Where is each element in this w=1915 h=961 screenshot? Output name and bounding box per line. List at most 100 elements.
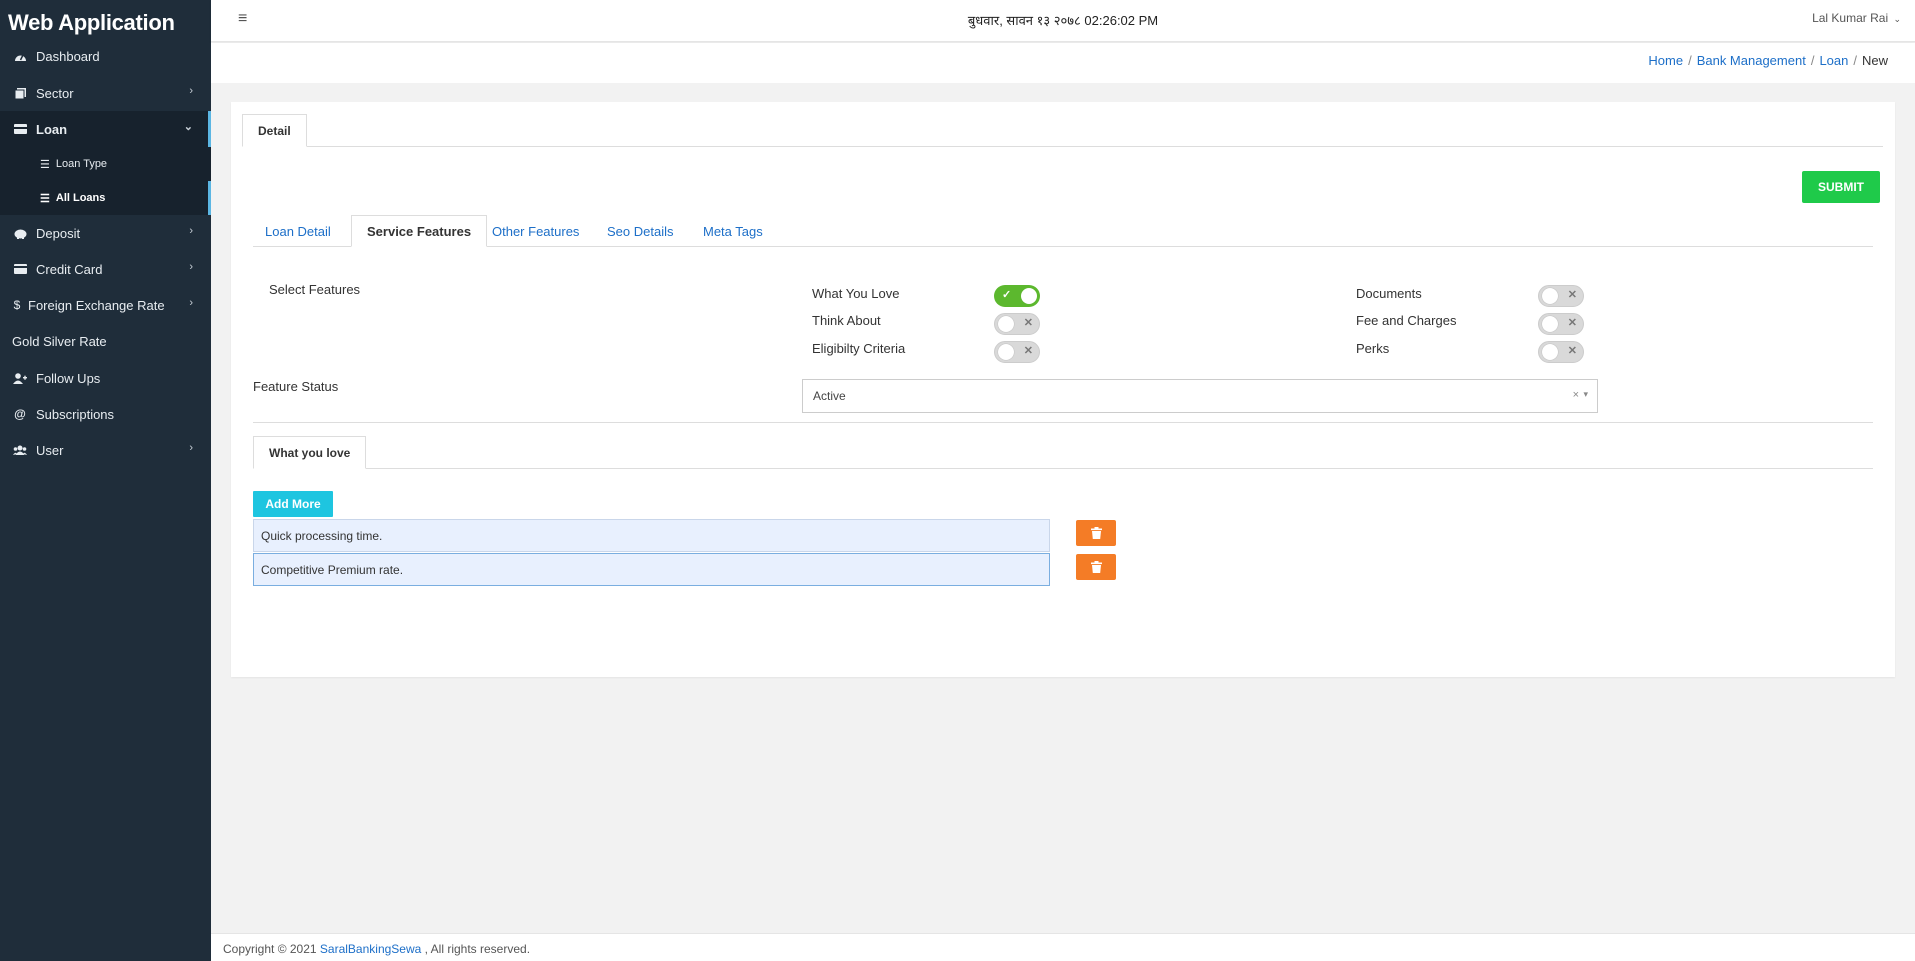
check-icon: ✓	[1002, 289, 1012, 301]
cross-icon: ✕	[1023, 317, 1033, 329]
top-header: ≡ बुधवार, सावन १३ २०७८ 02:26:02 PM Lal K…	[211, 0, 1915, 42]
toggle-what-you-love[interactable]: ✓	[994, 285, 1040, 307]
cross-icon: ✕	[1567, 289, 1577, 301]
toggle-eligibility-criteria[interactable]: ✕	[994, 341, 1040, 363]
trash-icon	[1090, 561, 1102, 573]
loan-submenu: ☰ Loan Type ☰ All Loans	[0, 147, 211, 215]
sidebar-item-label: Gold Silver Rate	[12, 333, 107, 349]
breadcrumb-separator: /	[1688, 53, 1692, 68]
breadcrumb-bank-management[interactable]: Bank Management	[1697, 53, 1806, 68]
delete-row-button[interactable]	[1076, 520, 1116, 546]
feature-tabs: Loan Detail Service Features Other Featu…	[253, 215, 1873, 247]
breadcrumb-loan[interactable]: Loan	[1819, 53, 1848, 68]
sidebar-item-loan[interactable]: Loan ⌄	[0, 111, 211, 147]
cross-icon: ✕	[1567, 345, 1577, 357]
toggle-knob	[1021, 288, 1037, 304]
sidebar-subitem-label: Loan Type	[55, 158, 108, 170]
credit-card-icon	[12, 264, 28, 274]
toggle-knob	[1542, 344, 1558, 360]
sidebar-item-label: Follow Ups	[36, 370, 101, 386]
main-card: Detail SUBMIT Loan Detail Service Featur…	[231, 102, 1895, 677]
sidebar-item-loan-type[interactable]: ☰ Loan Type	[0, 147, 211, 181]
cross-icon: ✕	[1567, 317, 1577, 329]
user-menu[interactable]: Lal Kumar Rai ⌄	[1812, 11, 1901, 25]
sidebar-item-label: Loan	[36, 121, 68, 137]
dashboard-icon	[12, 51, 28, 62]
feature-label-fee-and-charges: Fee and Charges	[1356, 313, 1457, 328]
chevron-right-icon: ›	[189, 442, 193, 454]
toggle-documents[interactable]: ✕	[1538, 285, 1584, 307]
tab-what-you-love[interactable]: What you love	[253, 436, 367, 469]
top-tabs: Detail	[242, 114, 1883, 147]
chevron-down-icon: ⌄	[183, 121, 193, 133]
toggle-perks[interactable]: ✕	[1538, 341, 1584, 363]
section-tabs: What you love	[253, 436, 1873, 469]
chevron-right-icon: ›	[189, 261, 193, 273]
feature-label-think-about: Think About	[812, 313, 881, 328]
tab-loan-detail[interactable]: Loan Detail	[265, 215, 331, 247]
chevron-right-icon: ›	[189, 297, 193, 309]
sidebar-item-gold-silver[interactable]: Gold Silver Rate	[0, 323, 211, 359]
sidebar-item-follow-ups[interactable]: Follow Ups	[0, 360, 211, 396]
chevron-right-icon: ›	[189, 225, 193, 237]
sidebar-item-user[interactable]: User ›	[0, 432, 211, 468]
dollar-icon: $	[13, 298, 21, 312]
sidebar-item-label: Subscriptions	[36, 406, 115, 422]
feature-status-select[interactable]: Active × ▾	[802, 379, 1598, 413]
sidebar-item-label: Sector	[36, 85, 74, 101]
what-you-love-input-1[interactable]	[253, 519, 1050, 552]
feature-label-perks: Perks	[1356, 341, 1390, 356]
submit-button[interactable]: SUBMIT	[1802, 171, 1880, 203]
add-more-button[interactable]: Add More	[253, 491, 333, 517]
toggle-knob	[1542, 288, 1558, 304]
divider	[253, 422, 1873, 423]
tab-service-features[interactable]: Service Features	[351, 215, 488, 247]
breadcrumb-separator: /	[1810, 53, 1815, 68]
sidebar-item-sector[interactable]: Sector ›	[0, 75, 211, 111]
caret-down-icon: ▾	[1583, 389, 1588, 399]
sidebar-item-dashboard[interactable]: Dashboard	[0, 38, 211, 74]
sidebar-item-label: Foreign Exchange Rate	[28, 297, 165, 313]
tab-other-features[interactable]: Other Features	[492, 215, 579, 247]
tab-detail[interactable]: Detail	[242, 114, 307, 147]
delete-row-button[interactable]	[1076, 554, 1116, 580]
sidebar-subitem-label: All Loans	[55, 192, 106, 204]
what-you-love-input-2[interactable]	[253, 553, 1050, 586]
toggle-knob	[998, 344, 1014, 360]
toggle-fee-and-charges[interactable]: ✕	[1538, 313, 1584, 335]
sidebar-item-subscriptions[interactable]: @ Subscriptions	[0, 396, 211, 432]
sidebar-item-label: Credit Card	[36, 261, 103, 277]
feature-status-label: Feature Status	[253, 379, 339, 394]
nepali-datetime: बुधवार, सावन १३ २०७८ 02:26:02 PM	[967, 13, 1159, 28]
list-icon: ☰	[40, 192, 50, 205]
sidebar-item-label: Deposit	[36, 225, 81, 241]
toggle-knob	[1542, 316, 1558, 332]
deposit-icon	[12, 228, 28, 239]
list-icon: ☰	[40, 158, 50, 171]
sidebar-item-foreign-exchange[interactable]: $ Foreign Exchange Rate ›	[0, 287, 211, 323]
user-name: Lal Kumar Rai	[1812, 11, 1889, 25]
breadcrumb-home[interactable]: Home	[1648, 53, 1683, 68]
feature-label-what-you-love: What You Love	[812, 286, 900, 301]
tab-seo-details[interactable]: Seo Details	[607, 215, 673, 247]
select-features-label: Select Features	[269, 282, 361, 297]
user-plus-icon	[12, 372, 28, 384]
sidebar-item-credit-card[interactable]: Credit Card ›	[0, 251, 211, 287]
clear-icon[interactable]: ×	[1573, 389, 1579, 401]
copyright-prefix: Copyright © 2021	[223, 942, 320, 956]
sidebar-item-label: Dashboard	[36, 48, 100, 64]
breadcrumb-current: New	[1861, 53, 1888, 68]
footer-company-link[interactable]: SaralBankingSewa	[320, 942, 421, 956]
chevron-right-icon: ›	[189, 85, 193, 97]
tab-meta-tags[interactable]: Meta Tags	[703, 215, 763, 247]
feature-label-documents: Documents	[1356, 286, 1422, 301]
sidebar-item-deposit[interactable]: Deposit ›	[0, 215, 211, 251]
toggle-think-about[interactable]: ✕	[994, 313, 1040, 335]
sidebar-item-all-loans[interactable]: ☰ All Loans	[0, 181, 211, 215]
chevron-down-icon: ⌄	[1893, 14, 1901, 24]
sidebar: Web Application Dashboard Sector › Loan …	[0, 0, 211, 961]
cross-icon: ✕	[1023, 345, 1033, 357]
trash-icon	[1090, 527, 1102, 539]
at-icon: @	[14, 407, 26, 421]
footer: Copyright © 2021 SaralBankingSewa , All …	[211, 933, 1915, 961]
